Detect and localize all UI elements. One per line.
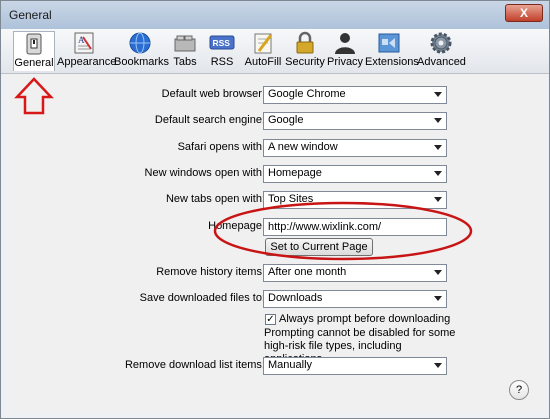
ellipse-annotation [213, 201, 473, 261]
annotation-overlay [14, 77, 473, 261]
preferences-window: General X General A Appearance Bookmarks… [0, 0, 550, 419]
arrow-annotation [14, 77, 54, 115]
